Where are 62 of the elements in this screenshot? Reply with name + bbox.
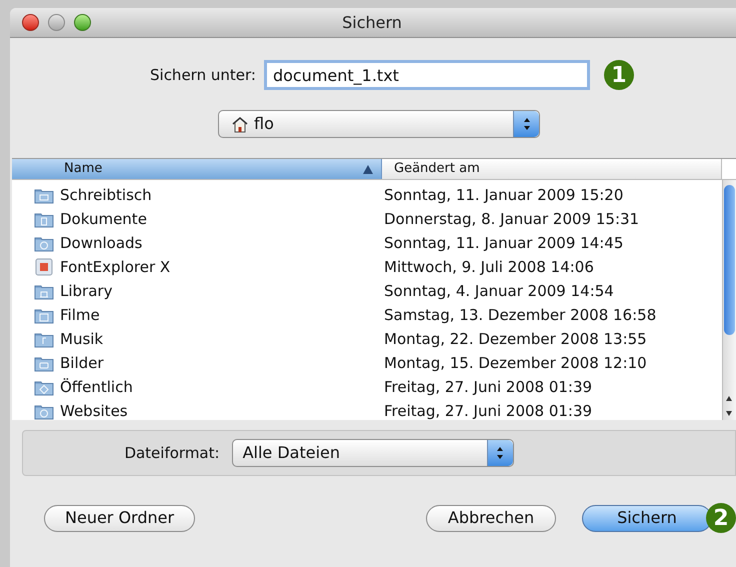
scrollbar[interactable] bbox=[722, 180, 736, 420]
file-name: Schreibtisch bbox=[60, 184, 152, 206]
folder-icon bbox=[34, 354, 54, 372]
file-name: Filme bbox=[60, 304, 100, 326]
stepper-icon bbox=[513, 111, 539, 137]
modified-date: Sonntag, 4. Januar 2009 14:54 bbox=[383, 280, 614, 302]
filename-field[interactable]: document_1.txt bbox=[264, 60, 590, 90]
file-name: Musik bbox=[60, 328, 104, 350]
file-name: Downloads bbox=[60, 232, 142, 254]
modified-date: Montag, 22. Dezember 2008 13:55 bbox=[383, 328, 647, 350]
sort-ascending-icon bbox=[363, 165, 373, 174]
format-label: Dateiformat: bbox=[124, 442, 220, 464]
file-row[interactable]: Bilder Montag, 15. Dezember 2008 12:10 bbox=[12, 351, 722, 375]
number-badge: 2 bbox=[706, 503, 736, 533]
field-label: Sichern unter: bbox=[150, 64, 256, 86]
file-row[interactable]: Downloads Sonntag, 11. Januar 2009 14:45 bbox=[12, 231, 722, 255]
file-name: Öffentlich bbox=[60, 376, 133, 398]
folder-icon bbox=[34, 234, 54, 252]
file-name: Bilder bbox=[60, 352, 104, 374]
modified-date: Freitag, 27. Juni 2008 01:39 bbox=[383, 376, 592, 398]
file-row[interactable]: Schreibtisch Sonntag, 11. Januar 2009 15:20 bbox=[12, 183, 722, 207]
file-name: Library bbox=[60, 280, 112, 302]
folder-icon bbox=[34, 378, 54, 396]
modified-date: Samstag, 13. Dezember 2008 16:58 bbox=[383, 304, 656, 326]
modified-date: Mittwoch, 9. Juli 2008 14:06 bbox=[383, 256, 594, 278]
modified-date: Sonntag, 11. Januar 2009 14:45 bbox=[383, 232, 624, 254]
home-icon bbox=[231, 116, 249, 132]
folder-icon bbox=[34, 402, 54, 420]
scroll-thumb[interactable] bbox=[724, 185, 735, 335]
file-row[interactable]: Dokumente Donnerstag, 8. Januar 2009 15:31 bbox=[12, 207, 722, 231]
modified-date: Sonntag, 11. Januar 2009 15:20 bbox=[383, 184, 624, 206]
folder-icon bbox=[34, 186, 54, 204]
zoom-icon[interactable] bbox=[74, 14, 91, 31]
folder-icon bbox=[34, 306, 54, 324]
location-popup[interactable]: flo bbox=[218, 110, 540, 138]
modified-date: Freitag, 27. Juni 2008 01:39 bbox=[383, 400, 592, 420]
close-icon[interactable] bbox=[22, 14, 39, 31]
file-row[interactable]: Websites Freitag, 27. Juni 2008 01:39 bbox=[12, 399, 722, 420]
location-value: flo bbox=[254, 113, 275, 135]
file-row[interactable]: Öffentlich Freitag, 27. Juni 2008 01:39 bbox=[12, 375, 722, 399]
column-header[interactable]: Geändert am bbox=[382, 159, 722, 179]
file-name: Websites bbox=[60, 400, 128, 420]
number-badge: 1 bbox=[604, 60, 634, 90]
file-row[interactable]: FontExplorer X Mittwoch, 9. Juli 2008 14:06 bbox=[12, 255, 722, 279]
modified-date: Donnerstag, 8. Januar 2009 15:31 bbox=[383, 208, 640, 230]
file-name: Dokumente bbox=[60, 208, 147, 230]
format-popup[interactable]: Alle Dateien bbox=[232, 439, 514, 467]
modified-date: Montag, 15. Dezember 2008 12:10 bbox=[383, 352, 647, 374]
file-row[interactable]: Library Sonntag, 4. Januar 2009 14:54 bbox=[12, 279, 722, 303]
window-title: Sichern bbox=[342, 12, 402, 34]
stepper-icon bbox=[486, 440, 513, 466]
folder-icon bbox=[34, 282, 54, 300]
dialog-button[interactable]: Neuer Ordner bbox=[44, 504, 196, 532]
minimize-icon[interactable] bbox=[48, 14, 65, 31]
file-row[interactable]: Musik Montag, 22. Dezember 2008 13:55 bbox=[12, 327, 722, 351]
file-name: FontExplorer X bbox=[60, 256, 170, 278]
column-header[interactable]: Name bbox=[12, 159, 382, 179]
folder-icon bbox=[34, 330, 54, 348]
dialog-button[interactable]: Abbrechen bbox=[426, 504, 556, 532]
file-row[interactable]: Filme Samstag, 13. Dezember 2008 16:58 bbox=[12, 303, 722, 327]
folder-icon bbox=[34, 210, 54, 228]
application-icon bbox=[34, 258, 54, 276]
